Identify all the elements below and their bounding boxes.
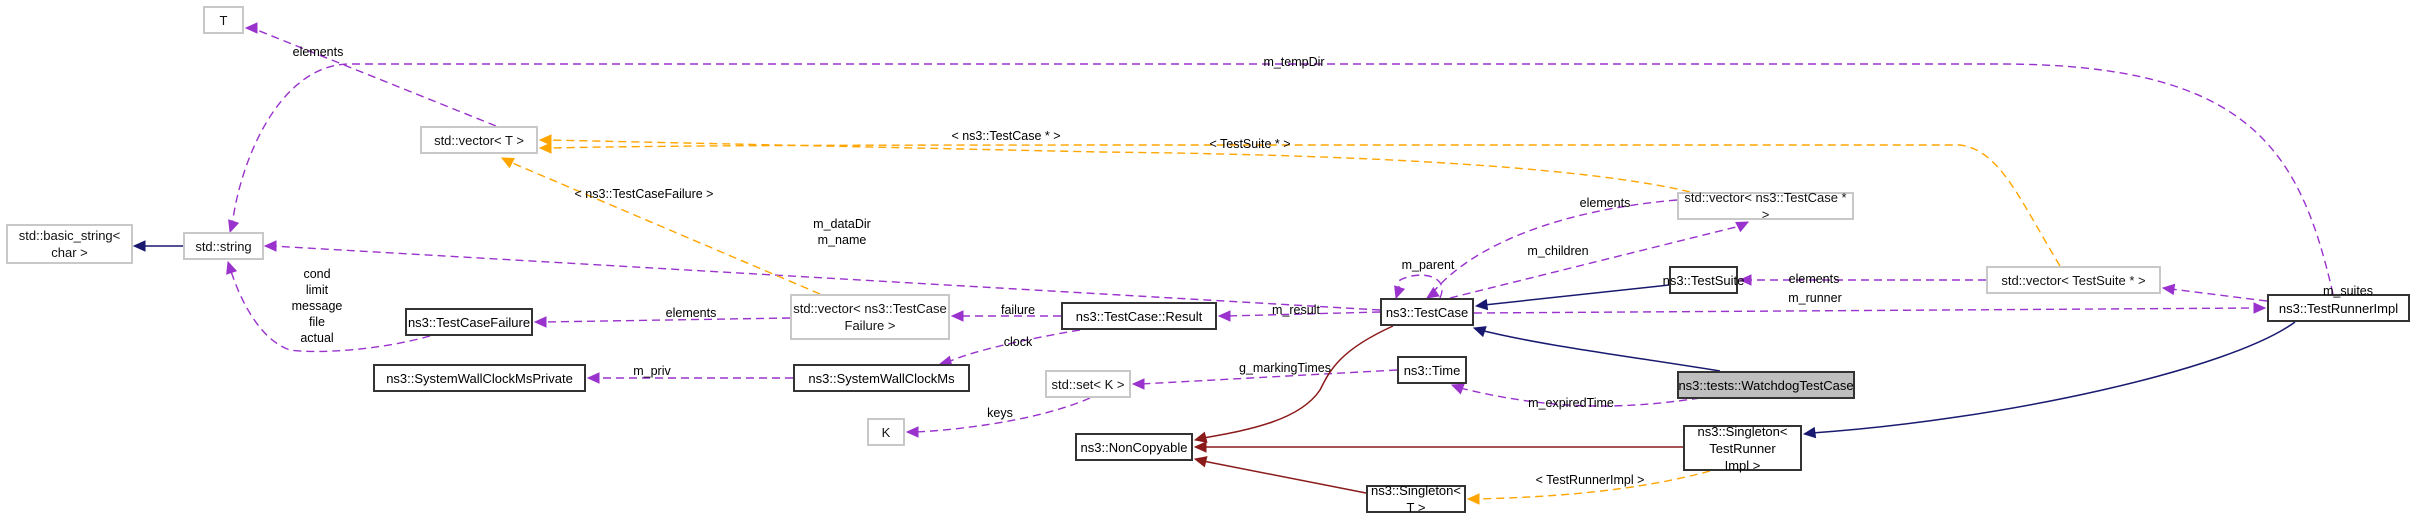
arrowhead-non-copyable xyxy=(1193,431,1208,443)
arrowhead-k xyxy=(905,426,919,438)
edge-label: m_dataDir m_name xyxy=(813,217,871,247)
edge-label: m_parent xyxy=(1401,258,1455,272)
class-node-basic-string: std::basic_string< char > xyxy=(6,224,133,264)
arrowhead-vec-failure xyxy=(950,310,964,322)
edge-label: < ns3::TestCase * > xyxy=(951,129,1061,143)
edge-label: m_result xyxy=(1272,303,1320,317)
arrowhead-set-k xyxy=(1131,378,1145,390)
class-node-k: K xyxy=(867,418,905,446)
class-node-watchdog: ns3::tests::WatchdogTestCase xyxy=(1677,371,1855,399)
edge-layer xyxy=(132,22,2334,505)
arrowhead-vec-test-suite xyxy=(2161,283,2176,296)
class-node-test-suite[interactable]: ns3::TestSuite xyxy=(1663,266,1744,294)
class-node-swcms-private[interactable]: ns3::SystemWallClockMsPrivate xyxy=(373,364,586,392)
arrowhead-test-case xyxy=(1474,298,1489,311)
class-node-singleton-t[interactable]: ns3::Singleton< T > xyxy=(1366,483,1466,515)
arrowhead-singleton-t xyxy=(1466,493,1480,505)
arrowhead-vec-test-case xyxy=(1735,221,1750,233)
arrowhead-test-case-failure xyxy=(533,316,547,328)
edge-label: elements xyxy=(1788,272,1840,286)
edge-label: elements xyxy=(665,306,717,320)
edge-label: m_priv xyxy=(633,364,671,378)
arrowhead-vec-t xyxy=(538,134,552,146)
edge-vec-failure-to-vec-t xyxy=(509,161,821,295)
edge-singleton-t-to-non-copyable xyxy=(1202,460,1367,494)
edge-vec-t-to-t xyxy=(251,27,497,127)
edge-label: < TestRunnerImpl > xyxy=(1535,473,1645,487)
arrowhead-test-case xyxy=(1394,285,1406,300)
edge-label: elements xyxy=(1579,196,1631,210)
edge-label: m_suites xyxy=(2322,284,2374,298)
edge-test-runner-impl-to-singleton-tri xyxy=(1811,321,2296,434)
arrowhead-test-runner-impl xyxy=(2253,302,2267,314)
arrowhead-vec-t xyxy=(500,157,515,169)
edge-test-runner-impl-to-string xyxy=(231,63,2334,295)
edge-label: keys xyxy=(987,406,1013,420)
class-node-singleton-tri[interactable]: ns3::Singleton< TestRunner Impl > xyxy=(1683,424,1802,473)
edge-label: elements xyxy=(292,45,344,59)
arrowhead-basic-string xyxy=(132,240,146,252)
arrowhead-non-copyable xyxy=(1193,456,1208,468)
arrowhead-singleton-tri xyxy=(1802,426,1817,439)
arrowhead-string xyxy=(228,219,240,234)
edge-test-runner-impl-to-vec-test-suite xyxy=(2170,288,2268,302)
edge-label: failure xyxy=(1000,303,1036,317)
edge-label: m_runner xyxy=(1788,291,1842,305)
edge-label: m_tempDir xyxy=(1263,55,1325,69)
class-node-vec-test-suite: std::vector< TestSuite * > xyxy=(1986,266,2161,294)
class-node-vec-failure: std::vector< ns3::TestCase Failure > xyxy=(790,294,950,340)
arrowhead-test-case xyxy=(1472,326,1487,338)
arrowhead-string xyxy=(226,260,238,275)
class-node-test-case-failure[interactable]: ns3::TestCaseFailure xyxy=(405,308,533,336)
class-node-vec-t: std::vector< T > xyxy=(420,126,538,154)
edge-label: cond limit message file actual xyxy=(291,267,343,345)
edge-label: g_markingTimes xyxy=(1239,361,1331,375)
arrowhead-non-copyable xyxy=(1193,441,1207,453)
edge-label: clock xyxy=(1003,335,1033,349)
class-node-vec-test-case: std::vector< ns3::TestCase * > xyxy=(1677,190,1854,222)
class-node-time[interactable]: ns3::Time xyxy=(1397,356,1467,384)
class-node-non-copyable[interactable]: ns3::NonCopyable xyxy=(1075,433,1193,461)
edge-label: < TestSuite * > xyxy=(1209,137,1291,151)
class-node-test-case[interactable]: ns3::TestCase xyxy=(1380,298,1474,326)
arrowhead-t xyxy=(244,22,258,34)
edge-test-case-to-test-runner-impl xyxy=(1473,307,2258,314)
arrowhead-time xyxy=(1450,383,1465,395)
class-node-set-k: std::set< K > xyxy=(1045,370,1131,398)
edge-watchdog-to-test-case xyxy=(1479,329,1721,372)
class-node-t: T xyxy=(203,6,244,34)
arrowhead-swcms-private xyxy=(586,372,600,384)
collaboration-diagram: Tstd::vector< T >std::basic_string< char… xyxy=(0,0,2416,520)
class-node-swcms[interactable]: ns3::SystemWallClockMs xyxy=(793,364,970,392)
class-node-result[interactable]: ns3::TestCase::Result xyxy=(1061,302,1217,330)
edge-vec-test-case-to-vec-t xyxy=(547,139,1691,193)
class-node-string: std::string xyxy=(183,232,264,260)
arrowhead-string xyxy=(263,240,277,252)
edge-test-case-to-non-copyable xyxy=(1202,325,1394,439)
edge-label: < ns3::TestCaseFailure > xyxy=(574,187,714,201)
edge-test-suite-to-test-case xyxy=(1483,284,1670,306)
edge-label: m_children xyxy=(1527,244,1589,258)
arrowhead-result xyxy=(1217,310,1231,322)
edge-label: m_expiredTime xyxy=(1528,396,1614,410)
arrowhead-test-case xyxy=(1425,286,1440,299)
